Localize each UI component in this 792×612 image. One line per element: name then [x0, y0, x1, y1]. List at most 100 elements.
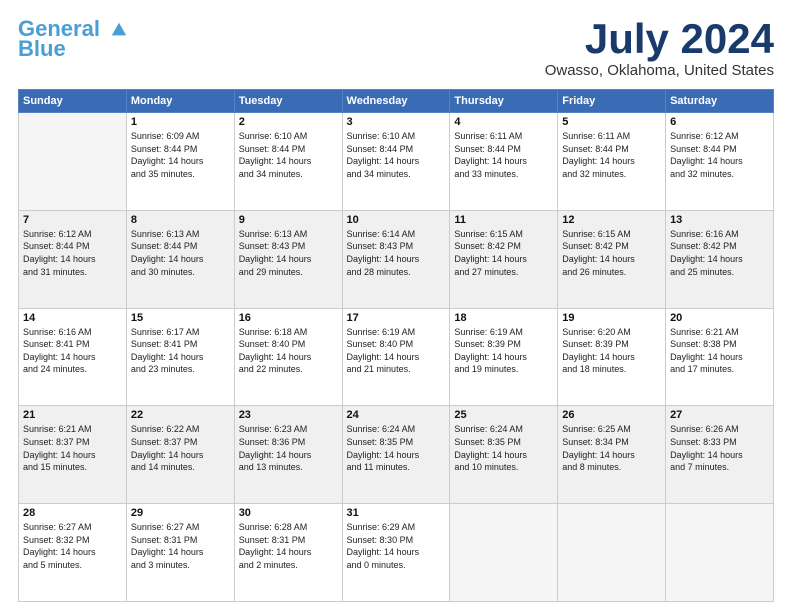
- day-info: Sunrise: 6:20 AM Sunset: 8:39 PM Dayligh…: [562, 326, 661, 376]
- day-number: 29: [131, 507, 230, 519]
- day-info: Sunrise: 6:21 AM Sunset: 8:37 PM Dayligh…: [23, 423, 122, 473]
- header: General Blue July 2024 Owasso, Oklahoma,…: [18, 18, 774, 79]
- table-row: 4Sunrise: 6:11 AM Sunset: 8:44 PM Daylig…: [450, 113, 558, 211]
- day-info: Sunrise: 6:26 AM Sunset: 8:33 PM Dayligh…: [670, 423, 769, 473]
- day-number: 30: [239, 507, 338, 519]
- day-number: 1: [131, 116, 230, 128]
- table-row: [558, 504, 666, 602]
- day-number: 6: [670, 116, 769, 128]
- table-row: 24Sunrise: 6:24 AM Sunset: 8:35 PM Dayli…: [342, 406, 450, 504]
- day-info: Sunrise: 6:15 AM Sunset: 8:42 PM Dayligh…: [454, 228, 553, 278]
- location: Owasso, Oklahoma, United States: [545, 62, 774, 79]
- month-title: July 2024: [545, 18, 774, 60]
- day-number: 15: [131, 312, 230, 324]
- day-info: Sunrise: 6:16 AM Sunset: 8:42 PM Dayligh…: [670, 228, 769, 278]
- day-info: Sunrise: 6:15 AM Sunset: 8:42 PM Dayligh…: [562, 228, 661, 278]
- day-info: Sunrise: 6:10 AM Sunset: 8:44 PM Dayligh…: [239, 130, 338, 180]
- day-number: 23: [239, 409, 338, 421]
- table-row: 15 Sunrise: 6:17 AM Sunset: 8:41 PM Dayli…: [126, 308, 234, 406]
- day-info: Sunrise: 6:11 AM Sunset: 8:44 PM Dayligh…: [562, 130, 661, 180]
- col-thursday: Thursday: [450, 90, 558, 113]
- table-row: 10 Sunrise: 6:14 AM Sunset: 8:43 PM Dayli…: [342, 210, 450, 308]
- day-info: Sunrise: 6:12 AM Sunset: 8:44 PM Dayligh…: [23, 228, 122, 278]
- day-info: Sunrise: 6:11 AM Sunset: 8:44 PM Dayligh…: [454, 130, 553, 180]
- table-row: 12Sunrise: 6:15 AM Sunset: 8:42 PM Dayli…: [558, 210, 666, 308]
- table-row: 6Sunrise: 6:12 AM Sunset: 8:44 PM Daylig…: [666, 113, 774, 211]
- day-number: 27: [670, 409, 769, 421]
- day-number: 31: [347, 507, 446, 519]
- day-number: 28: [23, 507, 122, 519]
- page: General Blue July 2024 Owasso, Oklahoma,…: [0, 0, 792, 612]
- day-info: Sunrise: 6:14 AM Sunset: 8:43 PM Dayligh…: [347, 228, 446, 278]
- day-number: 11: [454, 214, 553, 226]
- day-info: Sunrise: 6:10 AM Sunset: 8:44 PM Dayligh…: [347, 130, 446, 180]
- table-row: 29 Sunrise: 6:27 AM Sunset: 8:31 PM Dayli…: [126, 504, 234, 602]
- day-info: Sunrise: 6:19 AM Sunset: 8:39 PM Dayligh…: [454, 326, 553, 376]
- table-row: 13Sunrise: 6:16 AM Sunset: 8:42 PM Dayli…: [666, 210, 774, 308]
- calendar-week-row: 21 Sunrise: 6:21 AM Sunset: 8:37 PM Dayli…: [19, 406, 774, 504]
- logo-icon: [110, 21, 128, 39]
- day-info: Sunrise: 6:13 AM Sunset: 8:44 PM Dayligh…: [131, 228, 230, 278]
- day-number: 16: [239, 312, 338, 324]
- table-row: 9 Sunrise: 6:13 AM Sunset: 8:43 PM Daylig…: [234, 210, 342, 308]
- col-friday: Friday: [558, 90, 666, 113]
- table-row: 14 Sunrise: 6:16 AM Sunset: 8:41 PM Dayli…: [19, 308, 127, 406]
- table-row: 3 Sunrise: 6:10 AM Sunset: 8:44 PM Daylig…: [342, 113, 450, 211]
- table-row: 26 Sunrise: 6:25 AM Sunset: 8:34 PM Dayli…: [558, 406, 666, 504]
- table-row: 8Sunrise: 6:13 AM Sunset: 8:44 PM Daylig…: [126, 210, 234, 308]
- table-row: 5 Sunrise: 6:11 AM Sunset: 8:44 PM Daylig…: [558, 113, 666, 211]
- table-row: 27 Sunrise: 6:26 AM Sunset: 8:33 PM Dayli…: [666, 406, 774, 504]
- day-info: Sunrise: 6:16 AM Sunset: 8:41 PM Dayligh…: [23, 326, 122, 376]
- day-number: 17: [347, 312, 446, 324]
- table-row: 18 Sunrise: 6:19 AM Sunset: 8:39 PM Dayli…: [450, 308, 558, 406]
- day-number: 22: [131, 409, 230, 421]
- logo: General Blue: [18, 18, 128, 60]
- col-sunday: Sunday: [19, 90, 127, 113]
- title-block: July 2024 Owasso, Oklahoma, United State…: [545, 18, 774, 79]
- col-saturday: Saturday: [666, 90, 774, 113]
- day-info: Sunrise: 6:21 AM Sunset: 8:38 PM Dayligh…: [670, 326, 769, 376]
- day-number: 10: [347, 214, 446, 226]
- table-row: 16 Sunrise: 6:18 AM Sunset: 8:40 PM Dayli…: [234, 308, 342, 406]
- day-number: 21: [23, 409, 122, 421]
- calendar-week-row: 7 Sunrise: 6:12 AM Sunset: 8:44 PM Daylig…: [19, 210, 774, 308]
- day-info: Sunrise: 6:18 AM Sunset: 8:40 PM Dayligh…: [239, 326, 338, 376]
- table-row: [19, 113, 127, 211]
- day-info: Sunrise: 6:25 AM Sunset: 8:34 PM Dayligh…: [562, 423, 661, 473]
- day-info: Sunrise: 6:27 AM Sunset: 8:31 PM Dayligh…: [131, 521, 230, 571]
- day-info: Sunrise: 6:24 AM Sunset: 8:35 PM Dayligh…: [347, 423, 446, 473]
- table-row: 11 Sunrise: 6:15 AM Sunset: 8:42 PM Dayli…: [450, 210, 558, 308]
- calendar-table: Sunday Monday Tuesday Wednesday Thursday…: [18, 89, 774, 602]
- day-number: 2: [239, 116, 338, 128]
- day-info: Sunrise: 6:24 AM Sunset: 8:35 PM Dayligh…: [454, 423, 553, 473]
- logo-subtext: Blue: [18, 38, 66, 60]
- table-row: 20Sunrise: 6:21 AM Sunset: 8:38 PM Dayli…: [666, 308, 774, 406]
- day-info: Sunrise: 6:17 AM Sunset: 8:41 PM Dayligh…: [131, 326, 230, 376]
- table-row: 22 Sunrise: 6:22 AM Sunset: 8:37 PM Dayli…: [126, 406, 234, 504]
- day-info: Sunrise: 6:13 AM Sunset: 8:43 PM Dayligh…: [239, 228, 338, 278]
- table-row: [450, 504, 558, 602]
- table-row: 30Sunrise: 6:28 AM Sunset: 8:31 PM Dayli…: [234, 504, 342, 602]
- day-number: 26: [562, 409, 661, 421]
- calendar-week-row: 28Sunrise: 6:27 AM Sunset: 8:32 PM Dayli…: [19, 504, 774, 602]
- table-row: 19 Sunrise: 6:20 AM Sunset: 8:39 PM Dayli…: [558, 308, 666, 406]
- day-number: 9: [239, 214, 338, 226]
- table-row: 28Sunrise: 6:27 AM Sunset: 8:32 PM Dayli…: [19, 504, 127, 602]
- day-number: 14: [23, 312, 122, 324]
- calendar-header-row: Sunday Monday Tuesday Wednesday Thursday…: [19, 90, 774, 113]
- day-number: 25: [454, 409, 553, 421]
- table-row: [666, 504, 774, 602]
- day-number: 19: [562, 312, 661, 324]
- col-monday: Monday: [126, 90, 234, 113]
- table-row: 21 Sunrise: 6:21 AM Sunset: 8:37 PM Dayli…: [19, 406, 127, 504]
- day-number: 5: [562, 116, 661, 128]
- day-info: Sunrise: 6:09 AM Sunset: 8:44 PM Dayligh…: [131, 130, 230, 180]
- day-info: Sunrise: 6:22 AM Sunset: 8:37 PM Dayligh…: [131, 423, 230, 473]
- day-number: 7: [23, 214, 122, 226]
- col-tuesday: Tuesday: [234, 90, 342, 113]
- day-number: 18: [454, 312, 553, 324]
- day-number: 3: [347, 116, 446, 128]
- calendar-week-row: 1 Sunrise: 6:09 AM Sunset: 8:44 PM Daylig…: [19, 113, 774, 211]
- day-info: Sunrise: 6:19 AM Sunset: 8:40 PM Dayligh…: [347, 326, 446, 376]
- table-row: 2 Sunrise: 6:10 AM Sunset: 8:44 PM Daylig…: [234, 113, 342, 211]
